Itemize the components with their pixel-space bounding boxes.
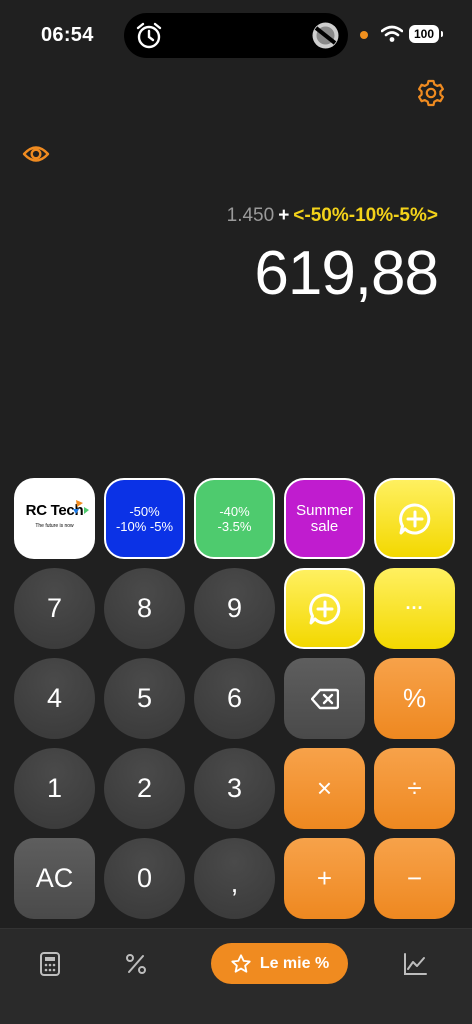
eye-icon[interactable] bbox=[22, 142, 50, 166]
logo-triangles-icon bbox=[73, 500, 89, 514]
preset-button-summer-sale[interactable]: Summer sale bbox=[284, 478, 365, 559]
all-clear-key[interactable]: AC bbox=[14, 838, 95, 919]
gear-icon[interactable] bbox=[416, 78, 446, 108]
wifi-icon bbox=[381, 25, 403, 42]
divide-key[interactable]: ÷ bbox=[374, 748, 455, 829]
status-bar: 06:54 100 bbox=[0, 0, 472, 70]
rc-tech-preset-button[interactable]: RC Tech The future is now bbox=[14, 478, 95, 559]
digit-2-key[interactable]: 2 bbox=[104, 748, 185, 829]
digit-4-key[interactable]: 4 bbox=[14, 658, 95, 739]
backspace-icon bbox=[310, 688, 339, 709]
add-comment-icon bbox=[308, 592, 340, 624]
preset-line: -3.5% bbox=[217, 518, 252, 534]
minus-key[interactable]: − bbox=[374, 838, 455, 919]
preset-line: -40% bbox=[219, 503, 250, 519]
logo-tagline: The future is now bbox=[35, 523, 74, 529]
digit-8-key[interactable]: 8 bbox=[104, 568, 185, 649]
alarm-icon bbox=[136, 22, 162, 49]
calculator-icon[interactable] bbox=[37, 951, 63, 977]
preset-line: -10% -5% bbox=[115, 518, 174, 534]
percent-key[interactable]: % bbox=[374, 658, 455, 739]
favorites-tab-label: Le mie % bbox=[259, 954, 330, 972]
digit-0-key[interactable]: 0 bbox=[104, 838, 185, 919]
preset-button-40-3.5[interactable]: -40% -3.5% bbox=[194, 478, 275, 559]
battery-indicator: 100 bbox=[409, 25, 443, 43]
more-button[interactable]: ··· bbox=[374, 568, 455, 649]
tab-bar: Le mie % bbox=[0, 928, 472, 1024]
expression-operator: + bbox=[278, 205, 290, 226]
result-display: 619,88 bbox=[254, 239, 439, 308]
plus-key[interactable]: + bbox=[284, 838, 365, 919]
digit-5-key[interactable]: 5 bbox=[104, 658, 185, 739]
digit-9-key[interactable]: 9 bbox=[194, 568, 275, 649]
star-icon bbox=[231, 953, 251, 973]
add-note-button[interactable] bbox=[284, 568, 365, 649]
expression-discount: <-50%-10%-5%> bbox=[293, 205, 438, 226]
add-preset-button[interactable] bbox=[374, 478, 455, 559]
add-comment-icon bbox=[398, 502, 430, 534]
digit-6-key[interactable]: 6 bbox=[194, 658, 275, 739]
favorites-tab[interactable]: Le mie % bbox=[211, 943, 348, 984]
expression-line: 1.450 + <-50%-10%-5%> bbox=[227, 205, 438, 227]
percent-icon[interactable] bbox=[123, 951, 149, 977]
camera-lens-icon bbox=[312, 22, 339, 49]
expression-number: 1.450 bbox=[226, 205, 275, 226]
multiply-key[interactable]: × bbox=[284, 748, 365, 829]
status-time: 06:54 bbox=[41, 24, 94, 46]
backspace-button[interactable] bbox=[284, 658, 365, 739]
preset-button-50-10-5[interactable]: -50% -10% -5% bbox=[104, 478, 185, 559]
digit-3-key[interactable]: 3 bbox=[194, 748, 275, 829]
preset-line: -50% bbox=[129, 503, 160, 519]
preset-line: sale bbox=[310, 517, 339, 535]
preset-line: Summer bbox=[296, 501, 353, 519]
chart-icon[interactable] bbox=[402, 951, 428, 977]
decimal-comma-key[interactable]: , bbox=[194, 838, 275, 919]
digit-1-key[interactable]: 1 bbox=[14, 748, 95, 829]
privacy-indicator-dot bbox=[360, 31, 368, 39]
dynamic-island bbox=[124, 13, 348, 58]
digit-7-key[interactable]: 7 bbox=[14, 568, 95, 649]
